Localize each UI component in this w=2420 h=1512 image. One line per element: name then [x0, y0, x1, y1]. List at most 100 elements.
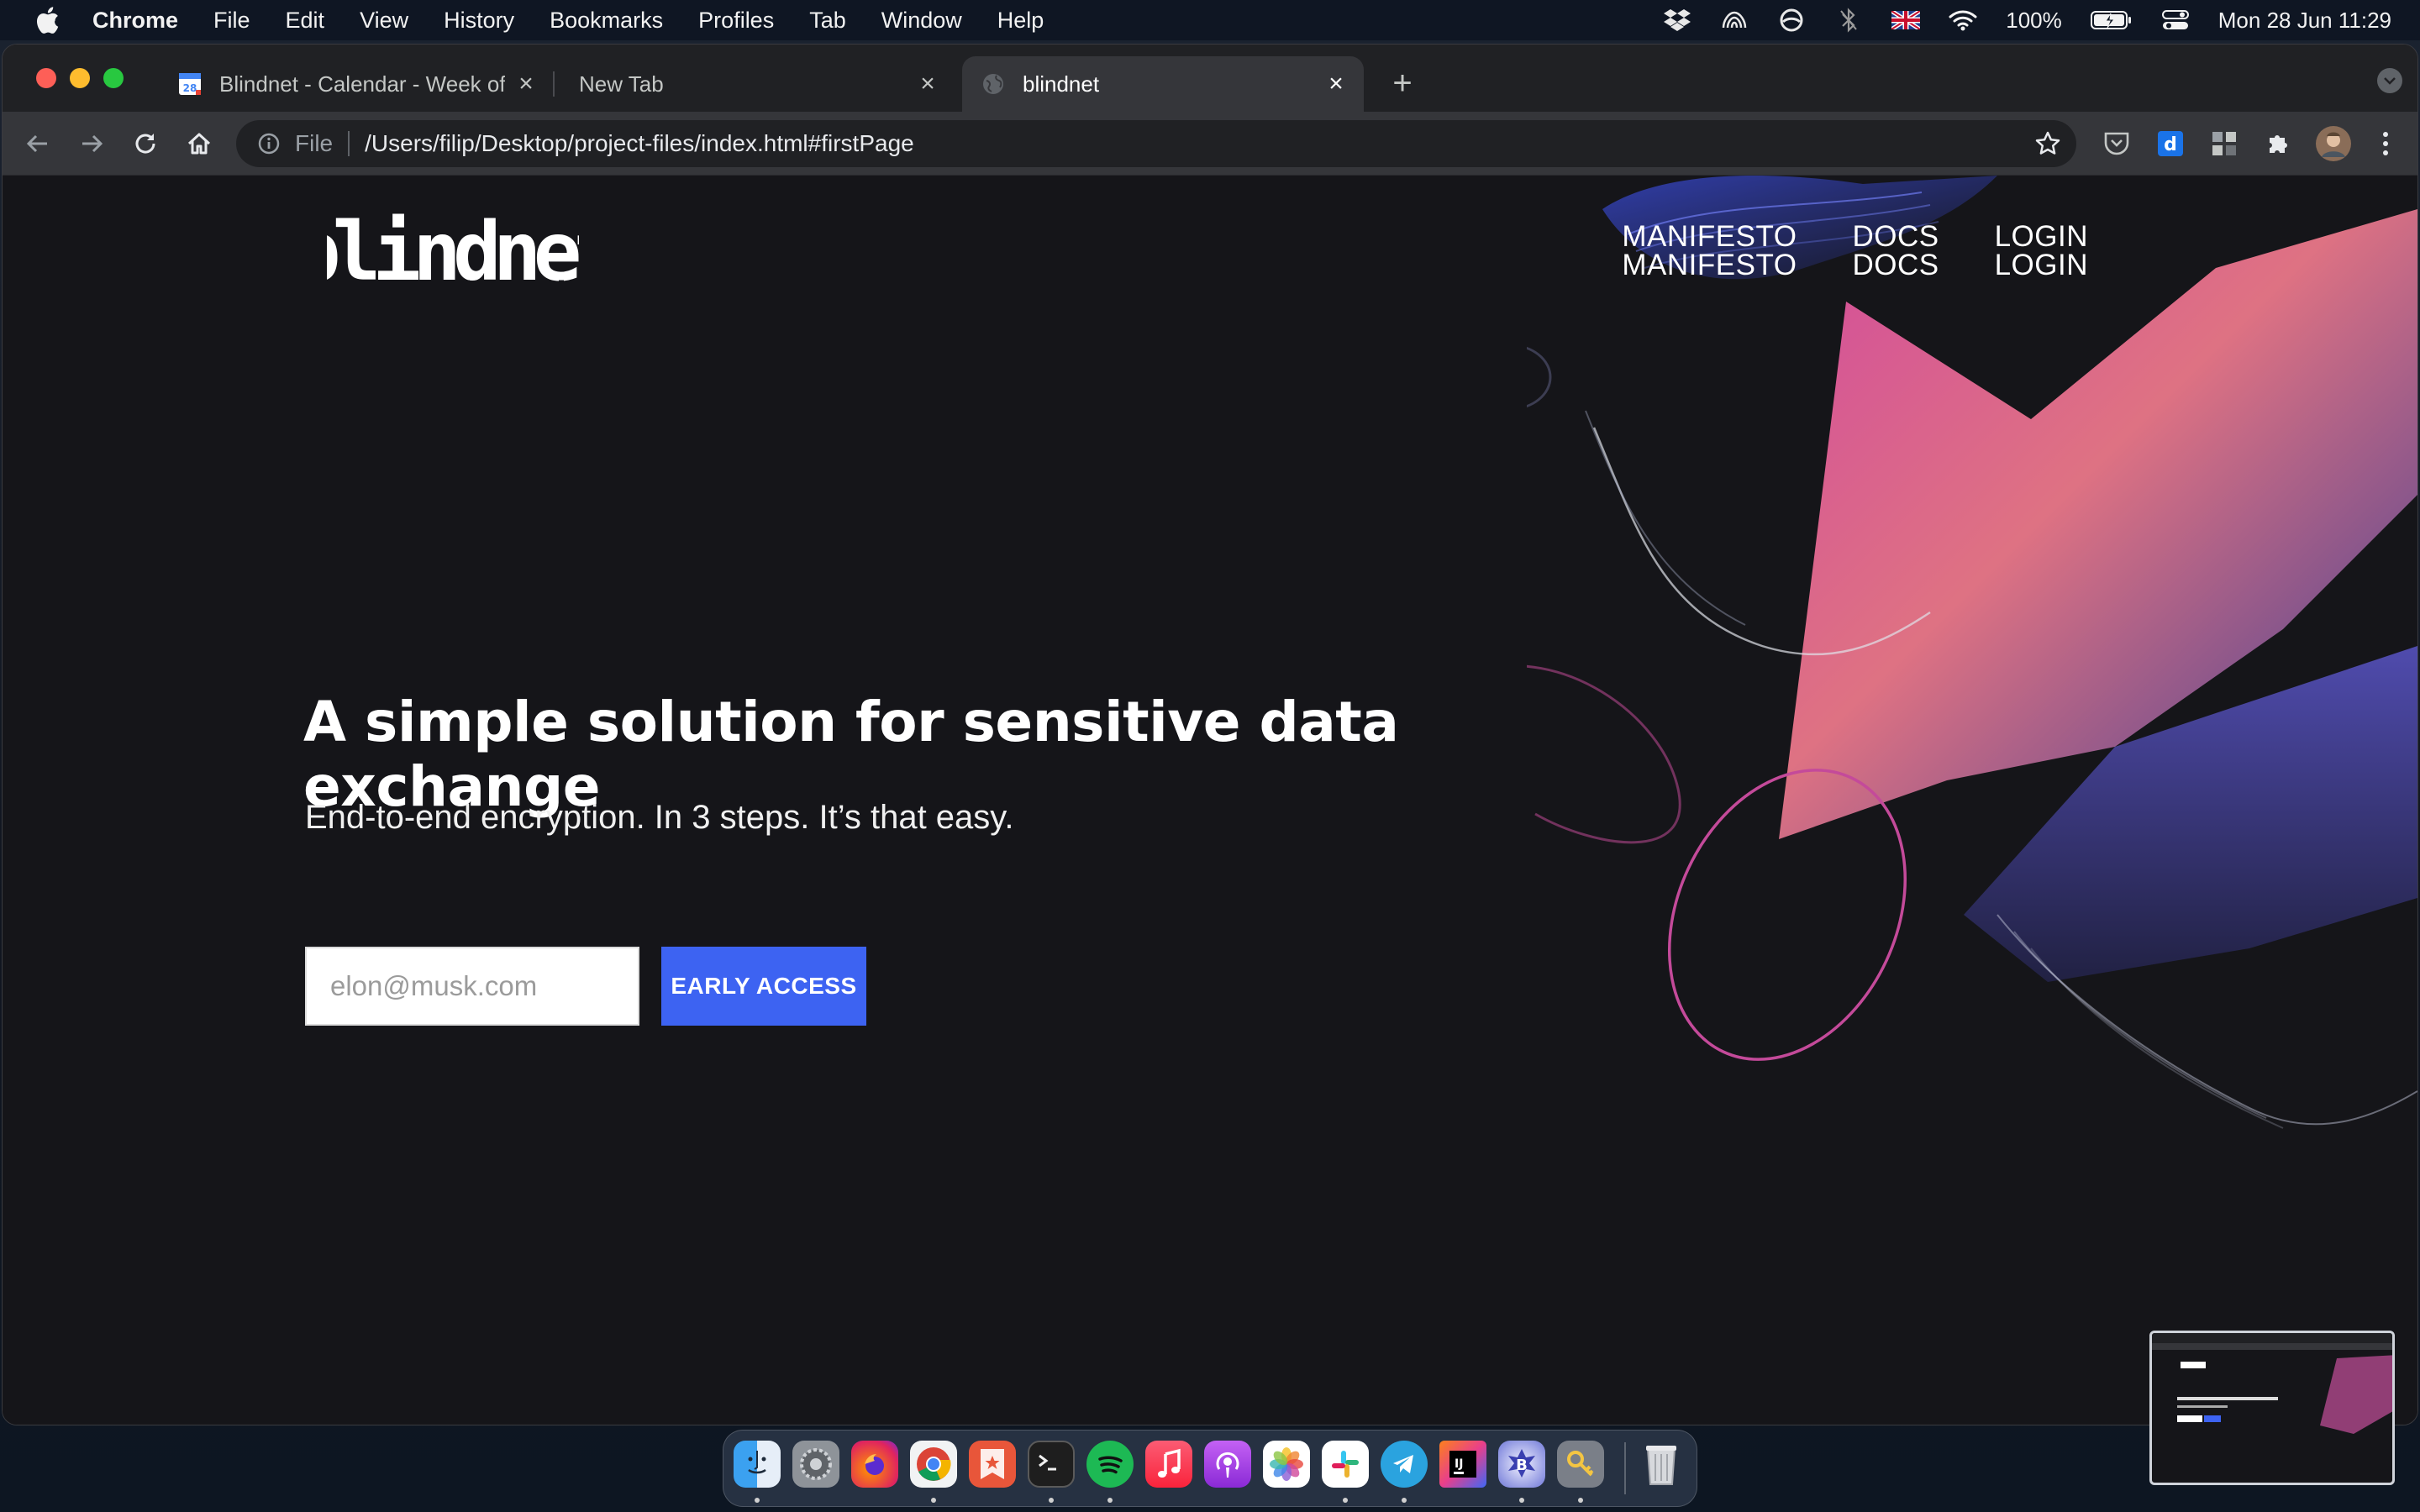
menu-view[interactable]: View	[360, 8, 408, 34]
nav-login-label-duplicate: LOGIN	[1994, 249, 2088, 281]
running-indicator	[1578, 1498, 1583, 1503]
early-access-button[interactable]: EARLY ACCESS	[661, 947, 866, 1026]
menu-profiles[interactable]: Profiles	[698, 8, 774, 34]
site-nav: MANIFESTO MANIFESTO DOCS DOCS LOGIN LOGI…	[1622, 220, 2088, 281]
tab-new-tab[interactable]: New Tab ×	[560, 56, 955, 112]
email-input[interactable]	[305, 947, 639, 1026]
uk-flag-icon[interactable]	[1891, 8, 1921, 33]
running-indicator	[1519, 1498, 1524, 1503]
close-tab-icon[interactable]: ×	[1323, 71, 1349, 97]
chrome-icon[interactable]	[910, 1441, 957, 1488]
chrome-window: 28 Blindnet - Calendar - Week of ... × N…	[2, 44, 2418, 1425]
tab-blindnet[interactable]: blindnet ×	[962, 56, 1364, 112]
keychain-icon[interactable]	[1557, 1441, 1604, 1488]
screenshot-preview-thumbnail[interactable]	[2149, 1331, 2395, 1485]
battery-icon[interactable]	[2090, 8, 2133, 33]
address-bar[interactable]: File /Users/filip/Desktop/project-files/…	[236, 120, 2076, 167]
reeder-icon[interactable]	[969, 1441, 1016, 1488]
menu-help[interactable]: Help	[997, 8, 1044, 34]
url-scheme-label: File	[295, 130, 334, 156]
firefox-icon[interactable]	[851, 1441, 898, 1488]
music-icon[interactable]	[1145, 1441, 1192, 1488]
macos-menu-bar: Chrome File Edit View History Bookmarks …	[0, 0, 2420, 40]
control-center-icon[interactable]	[2161, 8, 2190, 33]
bbedit-icon[interactable]: B	[1498, 1441, 1545, 1488]
apple-menu-icon[interactable]	[30, 6, 64, 34]
window-controls	[36, 68, 124, 88]
menu-history[interactable]: History	[444, 8, 514, 34]
running-indicator	[1049, 1498, 1054, 1503]
nav-manifesto-label-duplicate: MANIFESTO	[1622, 249, 1797, 281]
tab-calendar[interactable]: 28 Blindnet - Calendar - Week of ... ×	[159, 56, 555, 112]
close-tab-icon[interactable]: ×	[915, 71, 940, 97]
menu-tab[interactable]: Tab	[809, 8, 846, 34]
tab-strip: 28 Blindnet - Calendar - Week of ... × N…	[3, 45, 2417, 112]
home-icon[interactable]	[184, 129, 214, 159]
reload-icon[interactable]	[130, 129, 160, 159]
svg-text:blindnet: blindnet	[327, 206, 579, 298]
nav-login-link[interactable]: LOGIN LOGIN	[1994, 220, 2088, 281]
trash-icon[interactable]	[1638, 1441, 1685, 1488]
tab-search-icon[interactable]	[2377, 68, 2402, 93]
nav-docs-label: DOCS	[1852, 220, 1939, 253]
telegram-icon[interactable]	[1381, 1441, 1428, 1488]
terminal-icon[interactable]	[1028, 1441, 1075, 1488]
podcasts-icon[interactable]	[1204, 1441, 1251, 1488]
bookmark-star-icon[interactable]	[2034, 130, 2061, 157]
wifi-icon[interactable]	[1949, 8, 1977, 33]
extensions-puzzle-icon[interactable]	[2263, 129, 2293, 159]
globe-icon	[981, 71, 1006, 97]
url-text[interactable]: /Users/filip/Desktop/project-files/index…	[365, 130, 914, 157]
chrome-menu-icon[interactable]	[2370, 129, 2401, 159]
close-window-button[interactable]	[36, 68, 56, 88]
menu-bookmarks[interactable]: Bookmarks	[550, 8, 663, 34]
close-tab-icon[interactable]: ×	[513, 71, 539, 97]
macos-dock: IJ B	[723, 1430, 1697, 1507]
dashlane-extension-icon[interactable]: d	[2155, 129, 2186, 159]
minimize-window-button[interactable]	[70, 68, 90, 88]
browser-toolbar: File /Users/filip/Desktop/project-files/…	[3, 112, 2417, 176]
tab-divider	[553, 71, 555, 97]
site-info-icon[interactable]	[256, 131, 281, 156]
menubar-clock[interactable]: Mon 28 Jun 11:29	[2218, 8, 2391, 34]
tab-title: New Tab	[579, 71, 664, 97]
hero-abstract-artwork	[1527, 176, 2417, 1129]
menu-edit[interactable]: Edit	[286, 8, 325, 34]
menubar-status-area: 100% Mon 28 Jun 11:29	[1663, 0, 2391, 40]
menu-chrome[interactable]: Chrome	[92, 8, 178, 34]
battery-percent: 100%	[2006, 7, 2062, 33]
blindnet-logo[interactable]: blindnet	[292, 205, 625, 299]
running-indicator	[755, 1498, 760, 1503]
creative-cloud-icon[interactable]	[1720, 8, 1749, 33]
slack-icon[interactable]	[1322, 1441, 1369, 1488]
blindnet-wordmark: blindnet	[292, 205, 625, 299]
svg-text:28: 28	[183, 82, 197, 94]
pocket-extension-icon[interactable]	[2102, 129, 2132, 159]
svg-text:d: d	[2164, 134, 2177, 155]
fullscreen-window-button[interactable]	[103, 68, 124, 88]
nav-docs-label-duplicate: DOCS	[1852, 249, 1939, 281]
bluetooth-icon[interactable]	[1834, 8, 1863, 33]
profile-avatar[interactable]	[2315, 125, 2352, 162]
photos-icon[interactable]	[1263, 1441, 1310, 1488]
finder-icon[interactable]	[734, 1441, 781, 1488]
nav-docs-link[interactable]: DOCS DOCS	[1852, 220, 1939, 281]
web-page: blindnet MANIFESTO MANIFESTO DOCS DOCS L…	[3, 176, 2417, 1425]
focus-icon[interactable]	[1777, 8, 1806, 33]
grid-extension-icon[interactable]	[2209, 129, 2239, 159]
menu-window[interactable]: Window	[881, 8, 962, 34]
running-indicator	[1343, 1498, 1348, 1503]
nav-login-label: LOGIN	[1994, 220, 2088, 253]
new-tab-button[interactable]: +	[1386, 66, 1419, 100]
system-preferences-icon[interactable]	[792, 1441, 839, 1488]
svg-text:IJ: IJ	[1455, 1457, 1463, 1471]
forward-icon[interactable]	[76, 129, 107, 159]
nav-manifesto-link[interactable]: MANIFESTO MANIFESTO	[1622, 222, 1797, 281]
dropbox-icon[interactable]	[1663, 8, 1691, 33]
dock-divider	[1624, 1442, 1626, 1494]
menu-file[interactable]: File	[213, 8, 250, 34]
tab-title: blindnet	[1023, 71, 1100, 97]
intellij-icon[interactable]: IJ	[1439, 1441, 1486, 1488]
spotify-icon[interactable]	[1086, 1441, 1134, 1488]
back-icon[interactable]	[23, 129, 53, 159]
